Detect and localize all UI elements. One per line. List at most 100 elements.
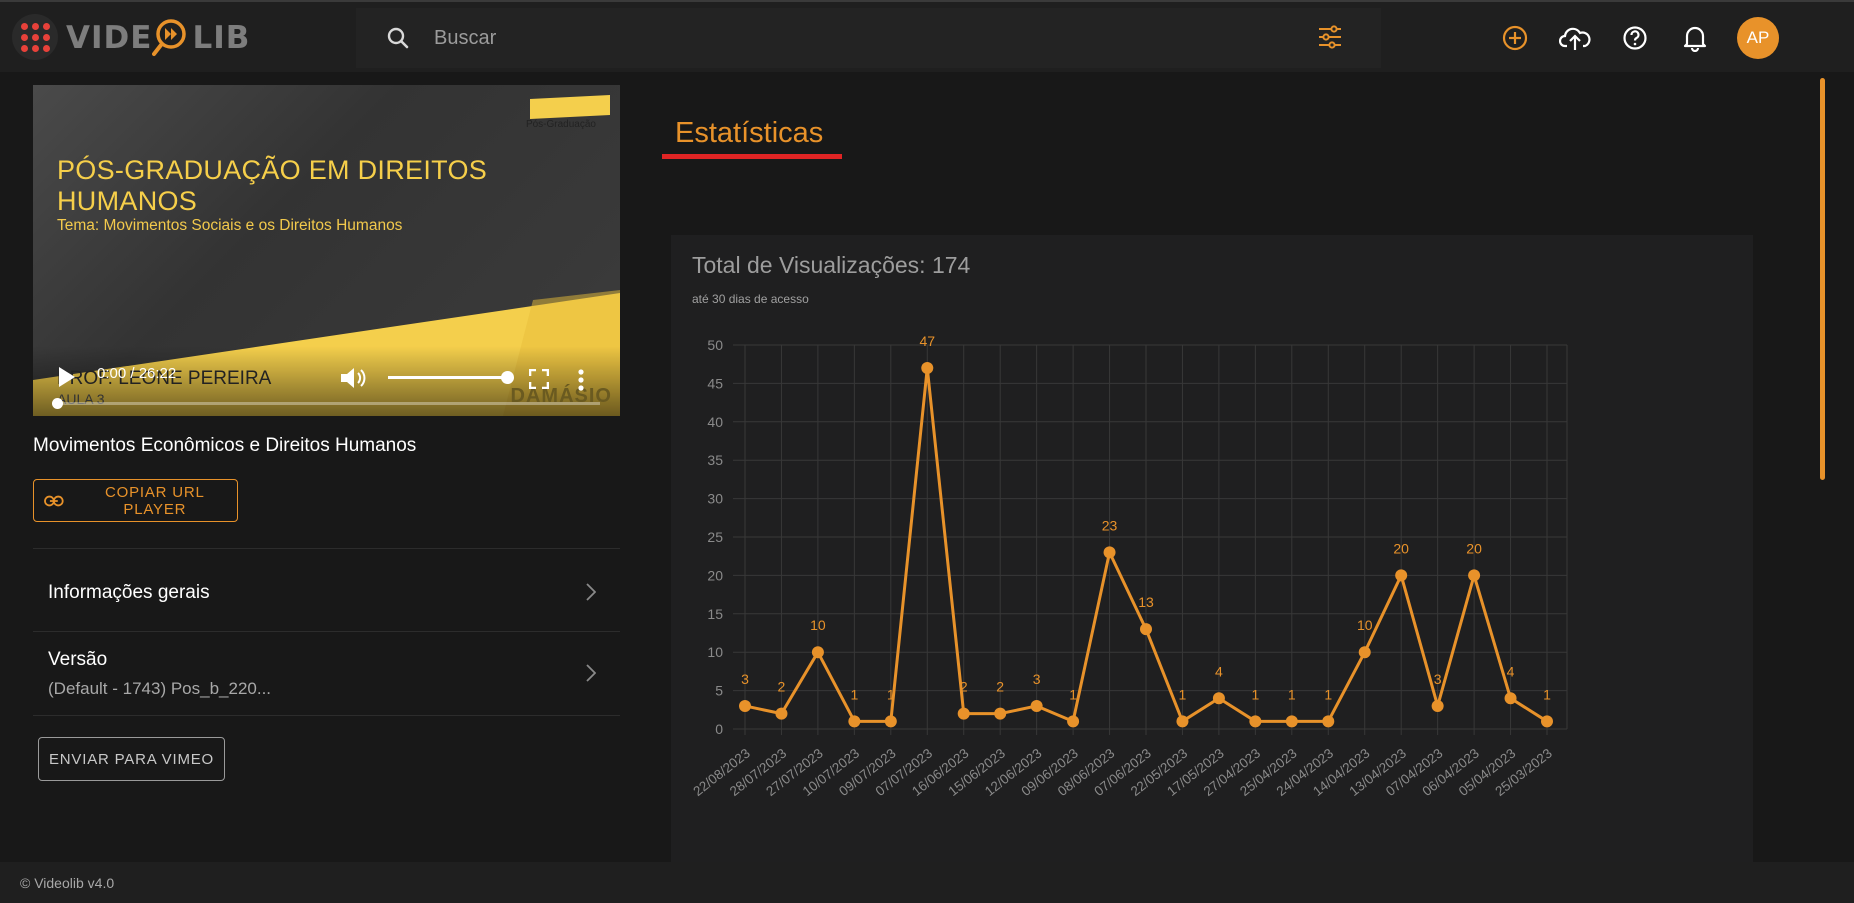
data-label: 13 [1138, 594, 1154, 610]
data-label: 4 [1215, 663, 1223, 679]
y-tick-label: 0 [715, 721, 723, 737]
search-bar [356, 8, 1381, 68]
data-point [1176, 715, 1189, 728]
data-point [994, 707, 1007, 720]
data-point [921, 362, 934, 375]
data-point [1067, 715, 1080, 728]
filter-sliders-icon[interactable] [1317, 24, 1343, 50]
data-point [1285, 715, 1298, 728]
statistics-title-underline [662, 154, 842, 159]
accordion-general-info[interactable]: Informações gerais [33, 548, 620, 632]
send-to-vimeo-button[interactable]: ENVIAR PARA VIMEO [38, 737, 225, 781]
accordion-subtitle: (Default - 1743) Pos_b_220... [48, 679, 272, 698]
bell-icon[interactable] [1675, 18, 1715, 58]
play-icon[interactable] [59, 367, 75, 387]
data-point [884, 715, 897, 728]
data-label: 47 [919, 333, 935, 349]
apps-grid-icon[interactable] [12, 14, 58, 60]
data-point [1212, 692, 1225, 705]
video-progress-bar[interactable] [55, 402, 600, 405]
search-input[interactable] [434, 22, 1234, 54]
video-player[interactable]: Pós-Graduação PÓS-GRADUAÇÃO EM DIREITOS … [33, 85, 620, 416]
data-point [775, 707, 788, 720]
accordion-version[interactable]: Versão (Default - 1743) Pos_b_220... [33, 632, 620, 716]
data-point [848, 715, 861, 728]
data-label: 10 [1357, 617, 1373, 633]
data-label: 1 [1069, 686, 1077, 702]
fullscreen-icon[interactable] [529, 369, 549, 389]
data-point [1358, 646, 1371, 659]
y-tick-label: 10 [707, 644, 723, 660]
data-point [1249, 715, 1262, 728]
y-tick-label: 35 [707, 452, 723, 468]
data-point [1504, 692, 1517, 705]
views-chart-card: Total de Visualizações: 174 até 30 dias … [671, 235, 1753, 862]
data-label: 23 [1102, 517, 1118, 533]
data-point [1468, 569, 1481, 582]
y-tick-label: 25 [707, 529, 723, 545]
data-label: 1 [1179, 686, 1187, 702]
video-time: 0:00 / 26:22 [97, 365, 177, 382]
data-label: 2 [996, 679, 1004, 695]
data-label: 1 [1543, 686, 1551, 702]
volume-slider[interactable] [388, 376, 508, 379]
logo-magnifier-icon [152, 16, 192, 60]
data-point [1431, 699, 1444, 712]
data-point [1030, 699, 1043, 712]
video-name: Movimentos Econômicos e Direitos Humanos [33, 435, 417, 456]
data-label: 3 [741, 671, 749, 687]
y-tick-label: 5 [715, 683, 723, 699]
statistics-title: Estatísticas [675, 117, 824, 149]
add-circle-icon[interactable] [1495, 18, 1535, 58]
data-point [1322, 715, 1335, 728]
link-icon [44, 495, 64, 506]
send-to-vimeo-label: ENVIAR PARA VIMEO [48, 750, 215, 768]
y-tick-label: 50 [707, 337, 723, 353]
videolib-logo[interactable]: VIDE LIB [66, 16, 250, 60]
y-tick-label: 20 [707, 567, 723, 583]
cloud-upload-icon[interactable] [1555, 18, 1595, 58]
vertical-scrollbar[interactable] [1820, 78, 1825, 480]
volume-slider-knob[interactable] [501, 371, 514, 384]
data-point [739, 699, 751, 712]
data-label: 1 [1324, 686, 1332, 702]
data-label: 2 [778, 679, 786, 695]
data-label: 20 [1393, 540, 1409, 556]
data-label: 1 [1251, 686, 1259, 702]
left-panel: Pós-Graduação PÓS-GRADUAÇÃO EM DIREITOS … [0, 72, 640, 862]
volume-icon[interactable] [341, 367, 367, 389]
video-badge: Pós-Graduação [525, 119, 596, 130]
video-title-overlay: PÓS-GRADUAÇÃO EM DIREITOS HUMANOS [57, 155, 488, 216]
data-label: 1 [887, 686, 895, 702]
copy-url-player-button[interactable]: COPIAR URL PLAYER [33, 479, 238, 522]
top-bar: VIDE LIB Buscar AP [0, 0, 1854, 72]
y-tick-label: 15 [707, 606, 723, 622]
data-label: 3 [1434, 671, 1442, 687]
data-label: 20 [1466, 540, 1482, 556]
y-tick-label: 30 [707, 491, 723, 507]
search-icon[interactable] [386, 26, 410, 50]
copy-url-player-label: COPIAR URL PLAYER [105, 483, 205, 518]
accordion-title: Informações gerais [48, 582, 210, 603]
data-point [957, 707, 970, 720]
chevron-right-icon [586, 664, 596, 682]
data-label: 1 [1288, 686, 1296, 702]
video-progress-knob[interactable] [52, 398, 63, 409]
accordion-title: Versão [48, 649, 108, 670]
help-icon[interactable] [1615, 18, 1655, 58]
y-tick-label: 40 [707, 414, 723, 430]
data-point [1541, 715, 1553, 728]
data-label: 3 [1033, 671, 1041, 687]
views-line-chart: 0510152025303540455022/08/202328/07/2023… [690, 333, 1568, 799]
data-point [1395, 569, 1408, 582]
data-label: 1 [850, 686, 858, 702]
data-point [1103, 546, 1116, 559]
footer: © Videolib v4.0 [0, 862, 1854, 903]
chevron-right-icon [586, 583, 596, 601]
footer-text: © Videolib v4.0 [20, 875, 115, 891]
video-tema-overlay: Tema: Movimentos Sociais e os Direitos H… [57, 217, 403, 234]
data-label: 10 [810, 617, 826, 633]
data-point [811, 646, 824, 659]
more-options-icon[interactable] [578, 369, 584, 391]
avatar[interactable]: AP [1737, 17, 1779, 59]
